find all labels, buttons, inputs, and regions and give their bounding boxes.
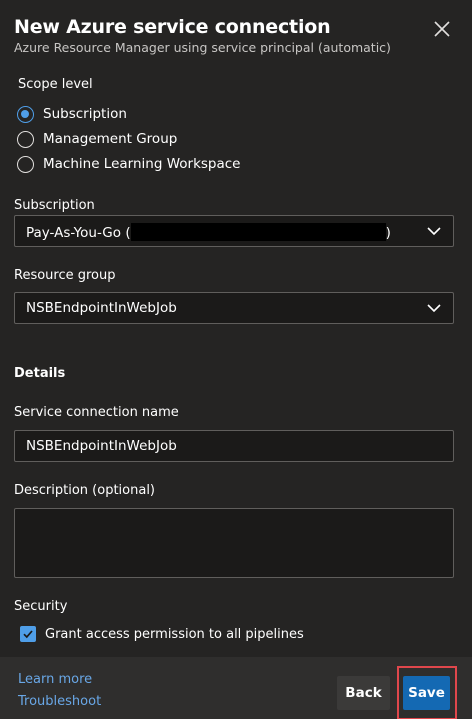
chevron-down-icon — [427, 227, 441, 236]
chevron-down-icon — [427, 304, 441, 313]
service-connection-panel: New Azure service connection Azure Resou… — [0, 0, 472, 719]
scope-option-label: Machine Learning Workspace — [43, 156, 241, 172]
scope-option-label: Management Group — [43, 131, 178, 147]
grant-access-label: Grant access permission to all pipelines — [45, 626, 304, 642]
radio-unchecked-icon — [17, 155, 34, 173]
scope-option-ml-workspace[interactable]: Machine Learning Workspace — [17, 154, 241, 174]
panel-subtitle: Azure Resource Manager using service pri… — [14, 40, 391, 55]
grant-access-checkbox[interactable]: Grant access permission to all pipelines — [20, 626, 304, 642]
subscription-dropdown[interactable]: Pay-As-You-Go () — [14, 215, 454, 247]
resource-group-value: NSBEndpointInWebJob — [26, 300, 177, 316]
close-icon[interactable] — [432, 19, 452, 39]
checkmark-icon — [20, 626, 36, 642]
subscription-value-prefix: Pay-As-You-Go ( — [26, 225, 131, 241]
scope-option-label: Subscription — [43, 106, 127, 122]
resource-group-label: Resource group — [14, 268, 116, 283]
scope-option-management-group[interactable]: Management Group — [17, 129, 177, 149]
radio-checked-icon — [17, 105, 34, 123]
save-button[interactable]: Save — [403, 676, 450, 710]
subscription-value: Pay-As-You-Go () — [26, 223, 391, 241]
learn-more-link[interactable]: Learn more — [18, 672, 92, 687]
description-label: Description (optional) — [14, 483, 156, 498]
panel-footer: Learn more Troubleshoot Back Save — [0, 657, 472, 719]
details-section-title: Details — [14, 366, 66, 381]
panel-title: New Azure service connection — [14, 16, 331, 38]
redacted-block — [130, 223, 386, 241]
subscription-value-suffix: ) — [385, 225, 391, 241]
description-textarea[interactable] — [14, 508, 454, 578]
security-label: Security — [14, 599, 68, 614]
service-connection-name-input[interactable] — [14, 430, 454, 462]
service-connection-name-label: Service connection name — [14, 405, 179, 420]
panel-header: New Azure service connection Azure Resou… — [14, 14, 458, 62]
troubleshoot-link[interactable]: Troubleshoot — [18, 694, 101, 709]
scope-option-subscription[interactable]: Subscription — [17, 104, 127, 124]
back-button[interactable]: Back — [337, 676, 390, 710]
scope-level-label: Scope level — [18, 77, 93, 92]
subscription-label: Subscription — [14, 198, 95, 213]
radio-unchecked-icon — [17, 130, 34, 148]
resource-group-dropdown[interactable]: NSBEndpointInWebJob — [14, 292, 454, 324]
